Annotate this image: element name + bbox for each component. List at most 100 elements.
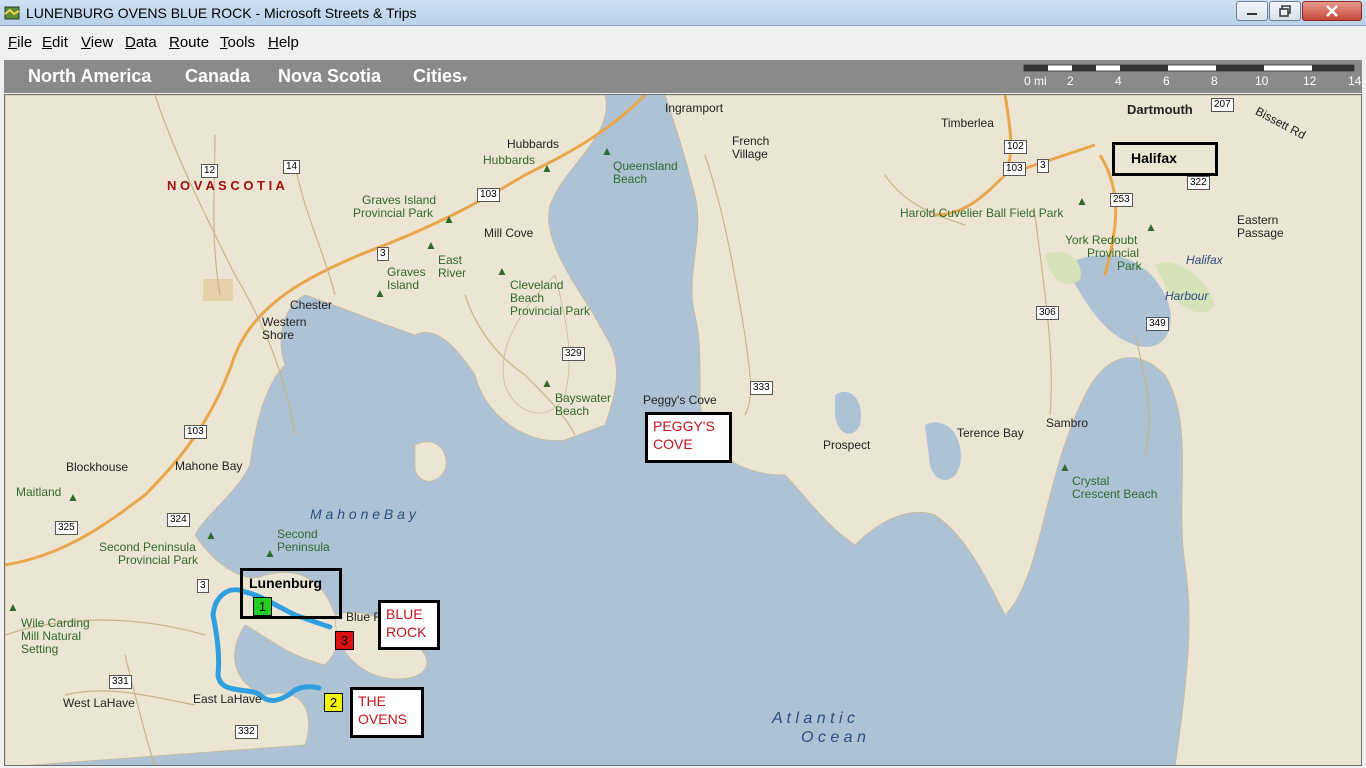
menu-help[interactable]: Help (268, 34, 299, 51)
park-tree-icon: ▲ (205, 528, 217, 542)
route-shield: 325 (55, 521, 78, 535)
stop-marker-3[interactable]: 3 (335, 631, 354, 650)
scale-tick: 0 mi (1024, 74, 1047, 88)
scale-tick: 6 (1163, 74, 1170, 88)
menu-bar: File Edit View Data Route Tools Help (0, 27, 1366, 59)
place-label: Dartmouth (1127, 102, 1193, 117)
minimize-button[interactable] (1236, 1, 1268, 21)
callout-line: OVENS (358, 711, 408, 727)
stop-marker-1[interactable]: 1 (253, 597, 272, 616)
stop-marker-2[interactable]: 2 (324, 693, 343, 712)
callout-line: BLUE (386, 606, 423, 622)
nav-nova-scotia[interactable]: Nova Scotia (278, 66, 381, 87)
menu-edit[interactable]: Edit (42, 34, 68, 51)
route-shield: 3 (197, 579, 209, 593)
park-label: Peninsula (277, 540, 330, 554)
route-shield: 207 (1211, 98, 1234, 112)
scale-tick: 14 (1348, 74, 1362, 88)
callout-line: COVE (653, 436, 693, 452)
callout-label: Lunenburg (249, 575, 323, 591)
nav-canada[interactable]: Canada (185, 66, 250, 87)
close-button[interactable] (1302, 1, 1362, 21)
scale-tick: 12 (1303, 74, 1317, 88)
place-label: Hubbards (507, 137, 560, 151)
route-shield: 332 (235, 725, 258, 739)
route-shield: 322 (1187, 176, 1210, 190)
park-tree-icon: ▲ (541, 376, 553, 390)
place-label: Blockhouse (66, 460, 129, 474)
the-ovens-callout[interactable]: THE OVENS (350, 687, 424, 738)
park-tree-icon: ▲ (67, 490, 79, 504)
window-title: LUNENBURG OVENS BLUE ROCK - Microsoft St… (26, 5, 417, 21)
place-label: Peggy's Cove (643, 393, 717, 407)
park-tree-icon: ▲ (601, 144, 613, 158)
blue-rock-callout[interactable]: BLUE ROCK (378, 600, 440, 650)
route-shield: 3 (1037, 159, 1049, 173)
callout-line: PEGGY'S (653, 418, 715, 434)
park-tree-icon: ▲ (425, 238, 437, 252)
menu-route[interactable]: Route (169, 34, 209, 51)
place-label: Mill Cove (484, 226, 534, 240)
scale-tick: 2 (1067, 74, 1074, 88)
app-window: LUNENBURG OVENS BLUE ROCK - Microsoft St… (0, 0, 1366, 768)
menu-tools[interactable]: Tools (220, 34, 255, 51)
callout-line: ROCK (386, 624, 427, 640)
place-label: Sambro (1046, 416, 1089, 430)
restore-icon (1279, 5, 1291, 17)
route-shield: 331 (109, 675, 132, 689)
maximize-button[interactable] (1269, 1, 1301, 21)
route-shield: 329 (562, 347, 585, 361)
callout-line: THE (358, 693, 386, 709)
place-label: Prospect (823, 438, 871, 452)
route-shield: 14 (283, 160, 301, 174)
place-label: Village (732, 147, 768, 161)
place-label: West LaHave (63, 696, 135, 710)
peggys-cove-callout[interactable]: PEGGY'S COVE (645, 412, 732, 463)
park-label: River (438, 266, 467, 280)
route-shield: 102 (1004, 140, 1027, 154)
route-shield: 253 (1110, 193, 1133, 207)
place-label: Chester (290, 298, 333, 312)
menu-view[interactable]: View (81, 34, 113, 51)
route-shield: 103 (477, 188, 500, 202)
scale-tick: 8 (1211, 74, 1218, 88)
app-icon (4, 6, 20, 20)
nav-north-america[interactable]: North America (28, 66, 151, 87)
menu-file[interactable]: File (8, 34, 32, 51)
menu-data[interactable]: Data (125, 34, 157, 51)
park-tree-icon: ▲ (1145, 220, 1157, 234)
park-tree-icon: ▲ (496, 264, 508, 278)
water-label: Halifax (1186, 253, 1223, 267)
close-icon (1326, 5, 1338, 17)
scale-tick: 10 (1255, 74, 1269, 88)
place-label: Passage (1237, 226, 1284, 240)
park-label: Island (387, 278, 420, 292)
halifax-callout[interactable]: Halifax (1112, 142, 1218, 176)
park-label: Setting (21, 642, 59, 656)
park-label: Harold Cuvelier Ball Field Park (900, 206, 1064, 220)
route-shield: 324 (167, 513, 190, 527)
park-label: Crescent Beach (1072, 487, 1158, 501)
park-label: Maitland (16, 485, 62, 499)
park-tree-icon: ▲ (443, 212, 455, 226)
park-tree-icon: ▲ (1059, 460, 1071, 474)
route-shield: 306 (1036, 306, 1059, 320)
region-label: N O V A S C O T I A (167, 178, 285, 193)
water-label: A t l a n t i c (772, 710, 855, 727)
map-canvas[interactable]: N O V A S C O T I A Ingramport Hubbards … (4, 94, 1362, 766)
route-shield: 349 (1146, 317, 1169, 331)
park-tree-icon: ▲ (374, 286, 386, 300)
place-label: East LaHave (193, 692, 262, 706)
route-shield: 103 (1003, 162, 1026, 176)
park-label: Beach (555, 404, 590, 418)
location-bar: North America Canada Nova Scotia Cities▾… (4, 60, 1362, 93)
water-label: Harbour (1165, 289, 1209, 303)
park-tree-icon: ▲ (1076, 194, 1088, 208)
park-tree-icon: ▲ (7, 600, 19, 614)
nav-cities-dropdown[interactable]: Cities▾ (413, 66, 467, 87)
park-tree-icon: ▲ (541, 161, 553, 175)
park-label: Provincial Park (510, 304, 591, 318)
title-bar[interactable]: LUNENBURG OVENS BLUE ROCK - Microsoft St… (0, 0, 1366, 26)
callout-label: Halifax (1131, 150, 1177, 166)
chevron-down-icon: ▾ (462, 74, 468, 85)
